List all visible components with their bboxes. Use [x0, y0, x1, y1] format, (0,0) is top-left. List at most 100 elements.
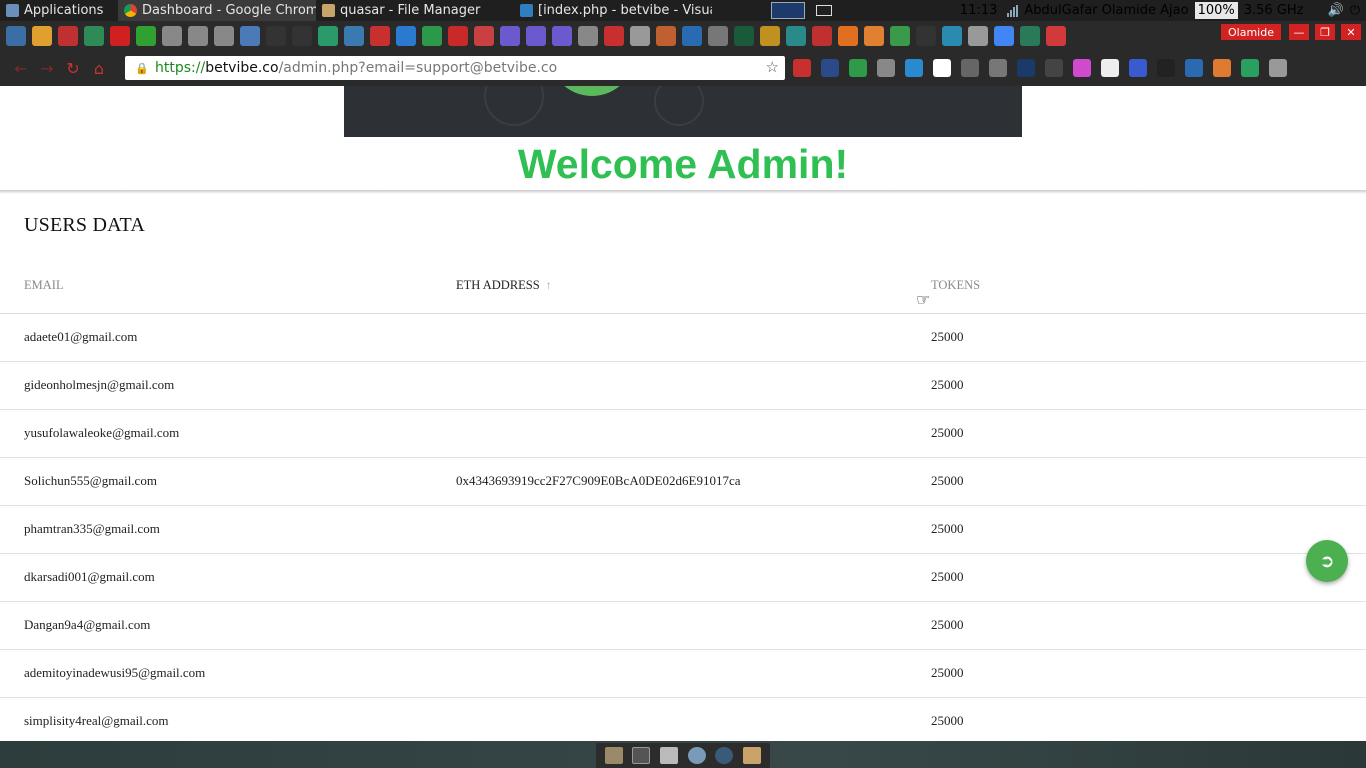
bookmark-icon[interactable]	[786, 26, 806, 46]
taskbar-item-file-manager[interactable]: quasar - File Manager	[316, 0, 514, 21]
extension-icon[interactable]	[1129, 59, 1147, 77]
taskbar-item-vscode[interactable]: [index.php - betvibe - Visua...	[514, 0, 712, 21]
battery-indicator[interactable]: 100%	[1194, 2, 1238, 19]
extension-icon[interactable]	[793, 59, 811, 77]
volume-icon[interactable]: 🔊	[1328, 3, 1344, 18]
table-row[interactable]: ademitoyinadewusi95@gmail.com 25000	[0, 649, 1366, 698]
extension-icon[interactable]	[1045, 59, 1063, 77]
clock[interactable]: 11:13	[960, 3, 997, 18]
bookmark-icon[interactable]	[942, 26, 962, 46]
bookmark-icon[interactable]	[838, 26, 858, 46]
column-header-tokens[interactable]: TOKENS	[931, 258, 1366, 314]
power-icon[interactable]: ⏻	[1350, 3, 1360, 18]
bookmark-icon[interactable]	[188, 26, 208, 46]
bookmark-icon[interactable]	[812, 26, 832, 46]
extension-icon[interactable]	[933, 59, 951, 77]
extension-icon[interactable]	[1213, 59, 1231, 77]
bookmark-icon[interactable]	[32, 26, 52, 46]
bookmark-icon[interactable]	[136, 26, 156, 46]
table-row[interactable]: simplisity4real@gmail.com 25000	[0, 697, 1366, 741]
camera-icon[interactable]	[604, 747, 623, 764]
bookmark-icon[interactable]	[994, 26, 1014, 46]
bookmark-icon[interactable]	[318, 26, 338, 46]
profile-button[interactable]: Olamide	[1221, 24, 1281, 40]
bookmark-icon[interactable]	[864, 26, 884, 46]
bookmark-icon[interactable]	[58, 26, 78, 46]
search-icon[interactable]	[715, 747, 734, 764]
table-row[interactable]: adaete01@gmail.com 25000	[0, 313, 1366, 362]
bookmark-icon[interactable]	[760, 26, 780, 46]
close-button[interactable]: ✕	[1341, 24, 1361, 40]
bookmark-icon[interactable]	[578, 26, 598, 46]
extension-icon[interactable]	[1185, 59, 1203, 77]
bookmark-icon[interactable]	[344, 26, 364, 46]
bookmark-icon[interactable]	[266, 26, 286, 46]
column-header-eth-address[interactable]: ETH ADDRESS ↑	[456, 258, 931, 314]
extension-icon[interactable]	[1269, 59, 1287, 77]
bookmark-icon[interactable]	[370, 26, 390, 46]
maximize-button[interactable]: ❐	[1315, 24, 1335, 40]
minimize-button[interactable]: —	[1289, 24, 1309, 40]
folder-icon[interactable]	[743, 747, 762, 764]
reload-icon[interactable]: ↻	[60, 56, 86, 82]
files-icon[interactable]	[660, 747, 679, 764]
bookmark-icon[interactable]	[448, 26, 468, 46]
table-row[interactable]: Solichun555@gmail.com 0x4343693919cc2F27C…	[0, 457, 1366, 506]
bookmark-icon[interactable]	[474, 26, 494, 46]
bookmark-icon[interactable]	[968, 26, 988, 46]
table-row[interactable]: yusufolawaleoke@gmail.com 25000	[0, 409, 1366, 458]
extension-icon[interactable]	[1241, 59, 1259, 77]
bookmark-icon[interactable]	[1046, 26, 1066, 46]
extension-icon[interactable]	[905, 59, 923, 77]
bookmark-icon[interactable]	[214, 26, 234, 46]
column-header-email[interactable]: EMAIL	[0, 258, 456, 314]
bookmark-icon[interactable]	[396, 26, 416, 46]
workspace-2[interactable]	[816, 5, 832, 16]
bookmark-icon[interactable]	[682, 26, 702, 46]
bookmark-icon[interactable]	[162, 26, 182, 46]
bookmark-icon[interactable]	[916, 26, 936, 46]
user-name[interactable]: AbdulGafar Olamide Ajao	[1024, 3, 1188, 18]
bookmark-icon[interactable]	[604, 26, 624, 46]
extension-icon[interactable]	[821, 59, 839, 77]
table-row[interactable]: phamtran335@gmail.com 25000	[0, 505, 1366, 554]
bookmark-icon[interactable]	[1020, 26, 1040, 46]
bookmark-icon[interactable]	[526, 26, 546, 46]
bookmark-icon[interactable]	[734, 26, 754, 46]
bookmark-icon[interactable]	[552, 26, 572, 46]
extension-icon[interactable]	[989, 59, 1007, 77]
bookmark-icon[interactable]	[422, 26, 442, 46]
extension-icon[interactable]	[961, 59, 979, 77]
cpu-frequency[interactable]: 3.56 GHz	[1244, 3, 1304, 18]
bookmark-icon[interactable]	[110, 26, 130, 46]
bookmark-icon[interactable]	[890, 26, 910, 46]
browser-icon[interactable]	[687, 747, 706, 764]
address-bar[interactable]: 🔒 https:// betvibe.co /admin.php?email=s…	[125, 56, 785, 80]
home-icon[interactable]: ⌂	[86, 56, 112, 82]
bookmark-icon[interactable]	[708, 26, 728, 46]
bookmark-icon[interactable]	[240, 26, 260, 46]
extension-icon[interactable]	[1073, 59, 1091, 77]
network-icon[interactable]	[1007, 4, 1019, 17]
taskbar-item-chrome[interactable]: Dashboard - Google Chrome	[118, 0, 316, 21]
logout-button[interactable]: ➲	[1306, 540, 1348, 582]
bookmark-icon[interactable]	[630, 26, 650, 46]
extension-icon[interactable]	[1157, 59, 1175, 77]
extension-icon[interactable]	[877, 59, 895, 77]
table-row[interactable]: dkarsadi001@gmail.com 25000	[0, 553, 1366, 602]
bookmark-icon[interactable]	[656, 26, 676, 46]
terminal-icon[interactable]	[632, 747, 651, 764]
table-row[interactable]: gideonholmesjn@gmail.com 25000	[0, 361, 1366, 410]
bookmark-icon[interactable]	[84, 26, 104, 46]
bookmark-star-icon[interactable]: ☆	[766, 58, 779, 76]
bookmark-icon[interactable]	[500, 26, 520, 46]
workspace-1[interactable]	[771, 2, 805, 19]
extension-icon[interactable]	[1101, 59, 1119, 77]
bookmark-icon[interactable]	[292, 26, 312, 46]
back-icon[interactable]: ←	[8, 56, 34, 82]
forward-icon[interactable]: →	[34, 56, 60, 82]
table-row[interactable]: Dangan9a4@gmail.com 25000	[0, 601, 1366, 650]
extension-icon[interactable]	[1017, 59, 1035, 77]
applications-menu[interactable]: Applications	[0, 0, 118, 21]
extension-icon[interactable]	[849, 59, 867, 77]
